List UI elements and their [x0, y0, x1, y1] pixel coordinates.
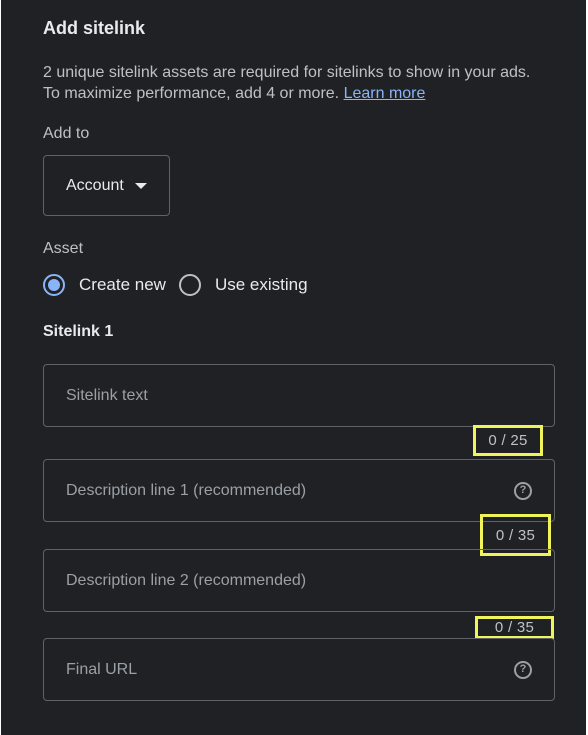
add-to-label: Add to	[43, 125, 90, 142]
help-icon[interactable]: ?	[514, 660, 532, 679]
description-line-2-placeholder: Description line 2 (recommended)	[66, 571, 307, 589]
sitelink-description: 2 unique sitelink assets are required fo…	[43, 62, 543, 104]
radio-selected-dot	[48, 279, 60, 291]
add-to-selected-value: Account	[66, 176, 124, 194]
description-line-2-input[interactable]: Description line 2 (recommended)	[43, 549, 555, 612]
panel-title: Add sitelink	[43, 18, 146, 38]
use-existing-radio[interactable]	[178, 274, 201, 296]
asset-label: Asset	[43, 240, 84, 257]
create-new-label[interactable]: Create new	[79, 275, 166, 295]
add-to-dropdown[interactable]: Account	[43, 155, 170, 216]
asset-radio-group: Create new Use existing	[43, 271, 308, 299]
description-line-2-counter: 0 / 35	[475, 616, 554, 639]
sitelink-heading: Sitelink 1	[43, 323, 114, 340]
add-sitelink-panel: Add sitelink 2 unique sitelink assets ar…	[1, 0, 586, 735]
sitelink-text-input[interactable]: Sitelink text	[43, 364, 555, 427]
create-new-radio[interactable]	[43, 274, 65, 296]
description-line-1-input[interactable]: Description line 1 (recommended) ?	[43, 459, 555, 522]
final-url-placeholder: Final URL	[66, 660, 138, 678]
learn-more-link[interactable]: Learn more	[344, 85, 426, 102]
use-existing-label[interactable]: Use existing	[215, 275, 308, 295]
final-url-input[interactable]: Final URL ?	[43, 638, 555, 701]
description-line-1-placeholder: Description line 1 (recommended)	[66, 481, 307, 499]
help-icon[interactable]: ?	[514, 481, 532, 500]
sitelink-text-counter: 0 / 25	[473, 425, 543, 456]
chevron-down-icon	[134, 183, 147, 189]
description-text: 2 unique sitelink assets are required fo…	[43, 64, 531, 102]
sitelink-text-placeholder: Sitelink text	[66, 386, 148, 404]
